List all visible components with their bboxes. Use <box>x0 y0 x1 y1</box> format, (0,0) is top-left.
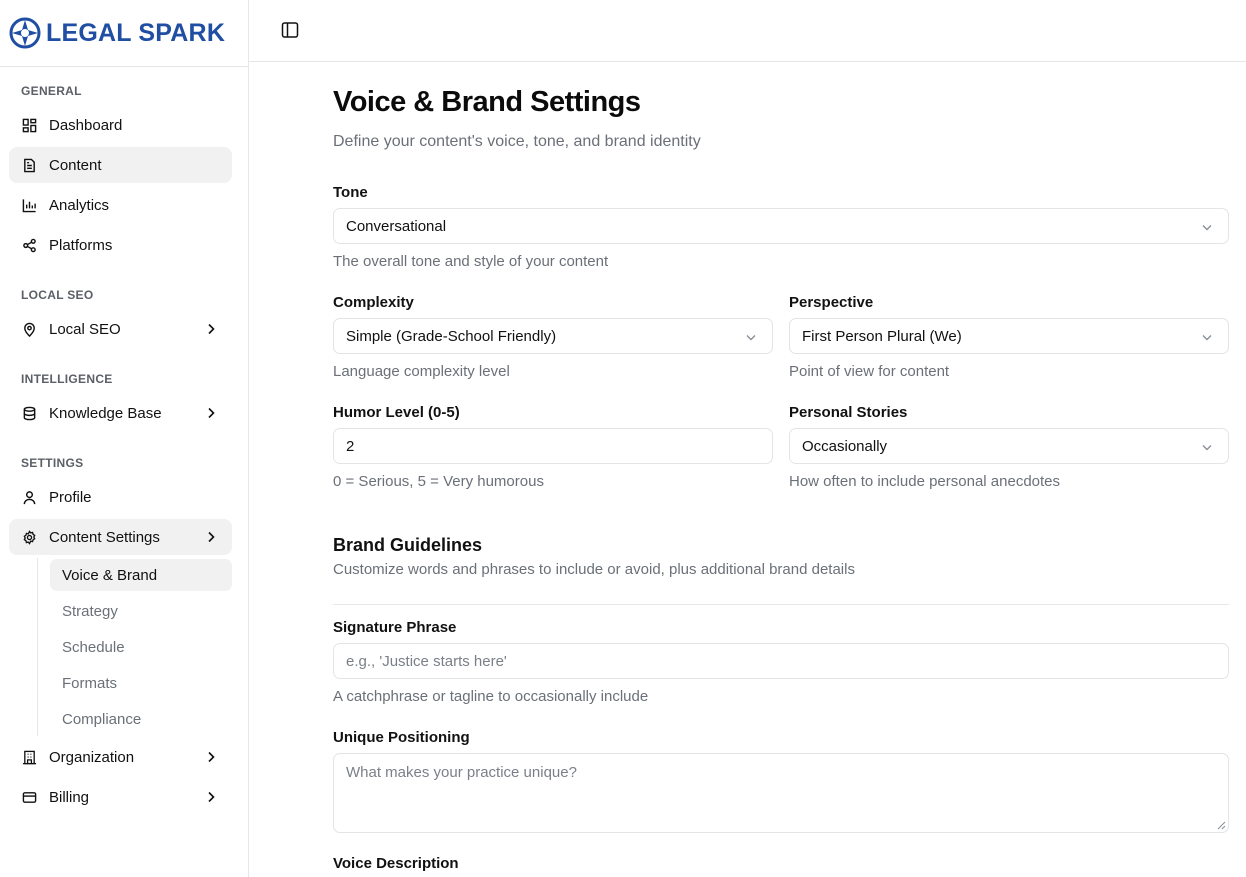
personal-stories-value: Occasionally <box>802 437 888 455</box>
sidebar-subitem-voice-brand[interactable]: Voice & Brand <box>50 559 232 591</box>
sidebar-subitem-schedule[interactable]: Schedule <box>50 631 232 663</box>
database-icon <box>21 405 37 421</box>
sidebar-item-billing[interactable]: Billing <box>9 779 232 815</box>
sidebar-item-profile[interactable]: Profile <box>9 479 232 515</box>
chevron-right-icon <box>208 751 215 763</box>
sidebar-item-platforms[interactable]: Platforms <box>9 227 232 263</box>
sidebar-item-label: Billing <box>49 788 90 806</box>
sidebar-subitem-compliance[interactable]: Compliance <box>50 703 232 735</box>
logo-icon <box>9 17 41 49</box>
humor-help: 0 = Serious, 5 = Very humorous <box>333 473 544 490</box>
brand-logo[interactable]: LEGAL SPARK <box>0 0 248 67</box>
voice-description-label: Voice Description <box>333 855 459 872</box>
bar-chart-icon <box>21 197 37 213</box>
signature-phrase-label: Signature Phrase <box>333 619 457 636</box>
brand-guidelines-title: Brand Guidelines <box>333 535 483 555</box>
sidebar-item-dashboard[interactable]: Dashboard <box>9 107 232 143</box>
unique-positioning-textarea[interactable]: What makes your practice unique? <box>333 753 1229 833</box>
sidebar: LEGAL SPARK GENERAL Dashboard Content An… <box>0 0 249 877</box>
personal-stories-select[interactable]: Occasionally <box>789 428 1229 464</box>
chevron-down-icon <box>1202 335 1212 341</box>
sidebar-item-content-settings[interactable]: Content Settings <box>9 519 232 555</box>
chevron-down-icon <box>1202 445 1212 451</box>
unique-positioning-placeholder: What makes your practice unique? <box>346 764 577 781</box>
tone-label: Tone <box>333 184 368 201</box>
sidebar-item-label: Platforms <box>49 236 113 254</box>
sidebar-subitem-formats[interactable]: Formats <box>50 667 232 699</box>
group-label-local-seo: LOCAL SEO <box>21 288 94 302</box>
group-label-intelligence: INTELLIGENCE <box>21 372 113 386</box>
sidebar-item-label: Local SEO <box>49 320 121 338</box>
complexity-help: Language complexity level <box>333 363 510 380</box>
group-label-general: GENERAL <box>21 84 82 98</box>
user-icon <box>21 489 37 505</box>
sidebar-item-local-seo[interactable]: Local SEO <box>9 311 232 347</box>
personal-stories-help: How often to include personal anecdotes <box>789 473 1061 490</box>
signature-phrase-placeholder: e.g., 'Justice starts here' <box>346 652 507 670</box>
chevron-right-icon <box>208 531 215 543</box>
perspective-label: Perspective <box>789 294 874 311</box>
brand-name: LEGAL SPARK <box>46 18 226 47</box>
submenu-guide-line <box>37 558 38 736</box>
perspective-value: First Person Plural (We) <box>802 327 962 345</box>
sidebar-item-label: Organization <box>49 748 135 766</box>
sidebar-item-label: Content Settings <box>49 528 160 546</box>
sidebar-subitem-strategy[interactable]: Strategy <box>50 595 232 627</box>
sidebar-item-organization[interactable]: Organization <box>9 739 232 775</box>
chevron-right-icon <box>208 791 215 803</box>
chevron-down-icon <box>1202 225 1212 231</box>
dashboard-icon <box>21 117 37 133</box>
brand-guidelines-subtitle: Customize words and phrases to include o… <box>333 561 855 578</box>
sidebar-item-label: Content <box>49 156 102 174</box>
personal-stories-label: Personal Stories <box>789 404 908 421</box>
tone-value: Conversational <box>346 217 447 235</box>
section-divider <box>333 604 1229 605</box>
perspective-select[interactable]: First Person Plural (We) <box>789 318 1229 354</box>
sidebar-toggle-icon[interactable] <box>281 21 299 39</box>
document-icon <box>21 157 37 173</box>
map-pin-icon <box>21 321 37 337</box>
complexity-select[interactable]: Simple (Grade-School Friendly) <box>333 318 773 354</box>
top-bar <box>249 0 1246 62</box>
signature-phrase-help: A catchphrase or tagline to occasionally… <box>333 688 649 705</box>
page-title: Voice & Brand Settings <box>333 86 641 118</box>
sidebar-item-analytics[interactable]: Analytics <box>9 187 232 223</box>
humor-value: 2 <box>346 437 355 455</box>
gear-icon <box>21 529 37 545</box>
chevron-right-icon <box>208 407 215 419</box>
signature-phrase-input[interactable]: e.g., 'Justice starts here' <box>333 643 1229 679</box>
sidebar-item-label: Profile <box>49 488 92 506</box>
sidebar-item-label: Analytics <box>49 196 110 214</box>
humor-input[interactable]: 2 <box>333 428 773 464</box>
chevron-right-icon <box>208 323 215 335</box>
credit-card-icon <box>21 789 37 805</box>
building-icon <box>21 749 37 765</box>
unique-positioning-label: Unique Positioning <box>333 729 470 746</box>
sidebar-item-label: Dashboard <box>49 116 123 134</box>
complexity-value: Simple (Grade-School Friendly) <box>346 327 557 345</box>
perspective-help: Point of view for content <box>789 363 950 380</box>
chevron-down-icon <box>746 335 756 341</box>
page-subtitle: Define your content's voice, tone, and b… <box>333 133 701 150</box>
group-label-settings: SETTINGS <box>21 456 84 470</box>
sidebar-item-content[interactable]: Content <box>9 147 232 183</box>
humor-label: Humor Level (0-5) <box>333 404 460 421</box>
sidebar-item-knowledge-base[interactable]: Knowledge Base <box>9 395 232 431</box>
complexity-label: Complexity <box>333 294 414 311</box>
tone-help: The overall tone and style of your conte… <box>333 253 609 270</box>
tone-select[interactable]: Conversational <box>333 208 1229 244</box>
sidebar-item-label: Knowledge Base <box>49 404 162 422</box>
resize-handle-icon[interactable] <box>1217 821 1226 830</box>
share-icon <box>21 237 37 253</box>
